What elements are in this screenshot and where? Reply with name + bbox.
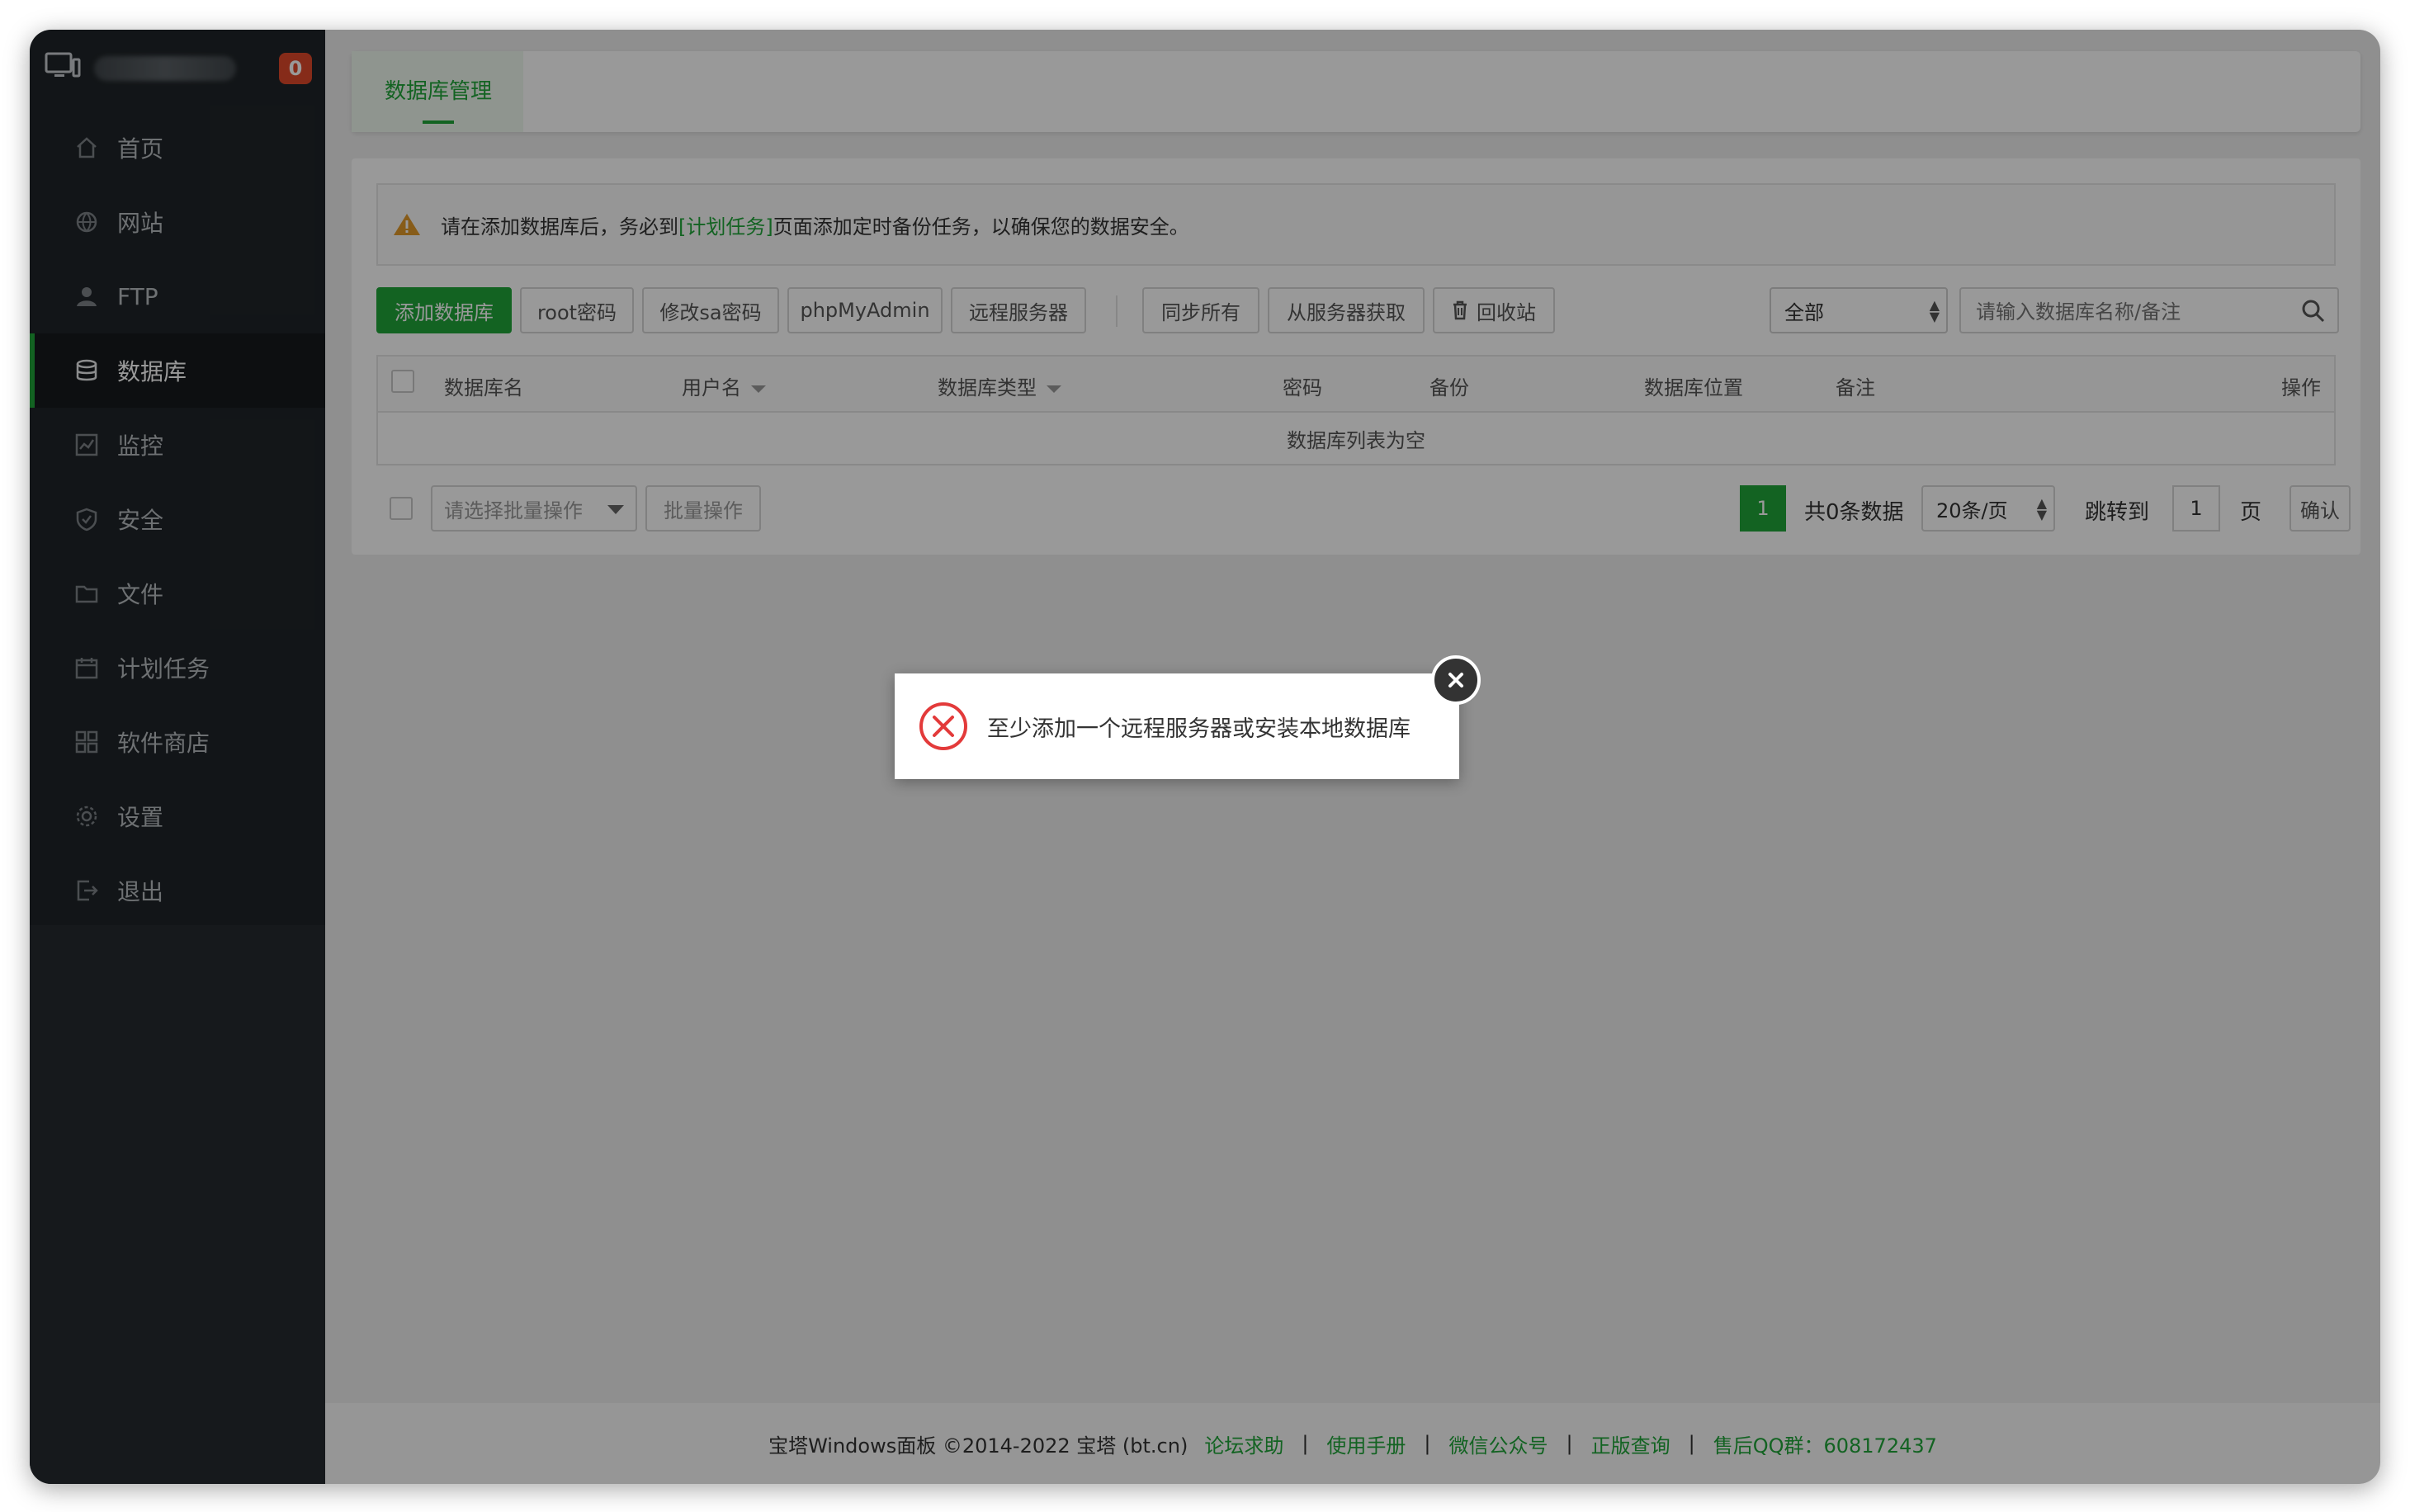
close-icon: [1448, 673, 1463, 687]
toast-close-button[interactable]: [1431, 655, 1481, 705]
error-icon: [919, 702, 967, 750]
error-toast: 至少添加一个远程服务器或安装本地数据库: [895, 673, 1459, 779]
toast-message: 至少添加一个远程服务器或安装本地数据库: [987, 716, 1411, 742]
